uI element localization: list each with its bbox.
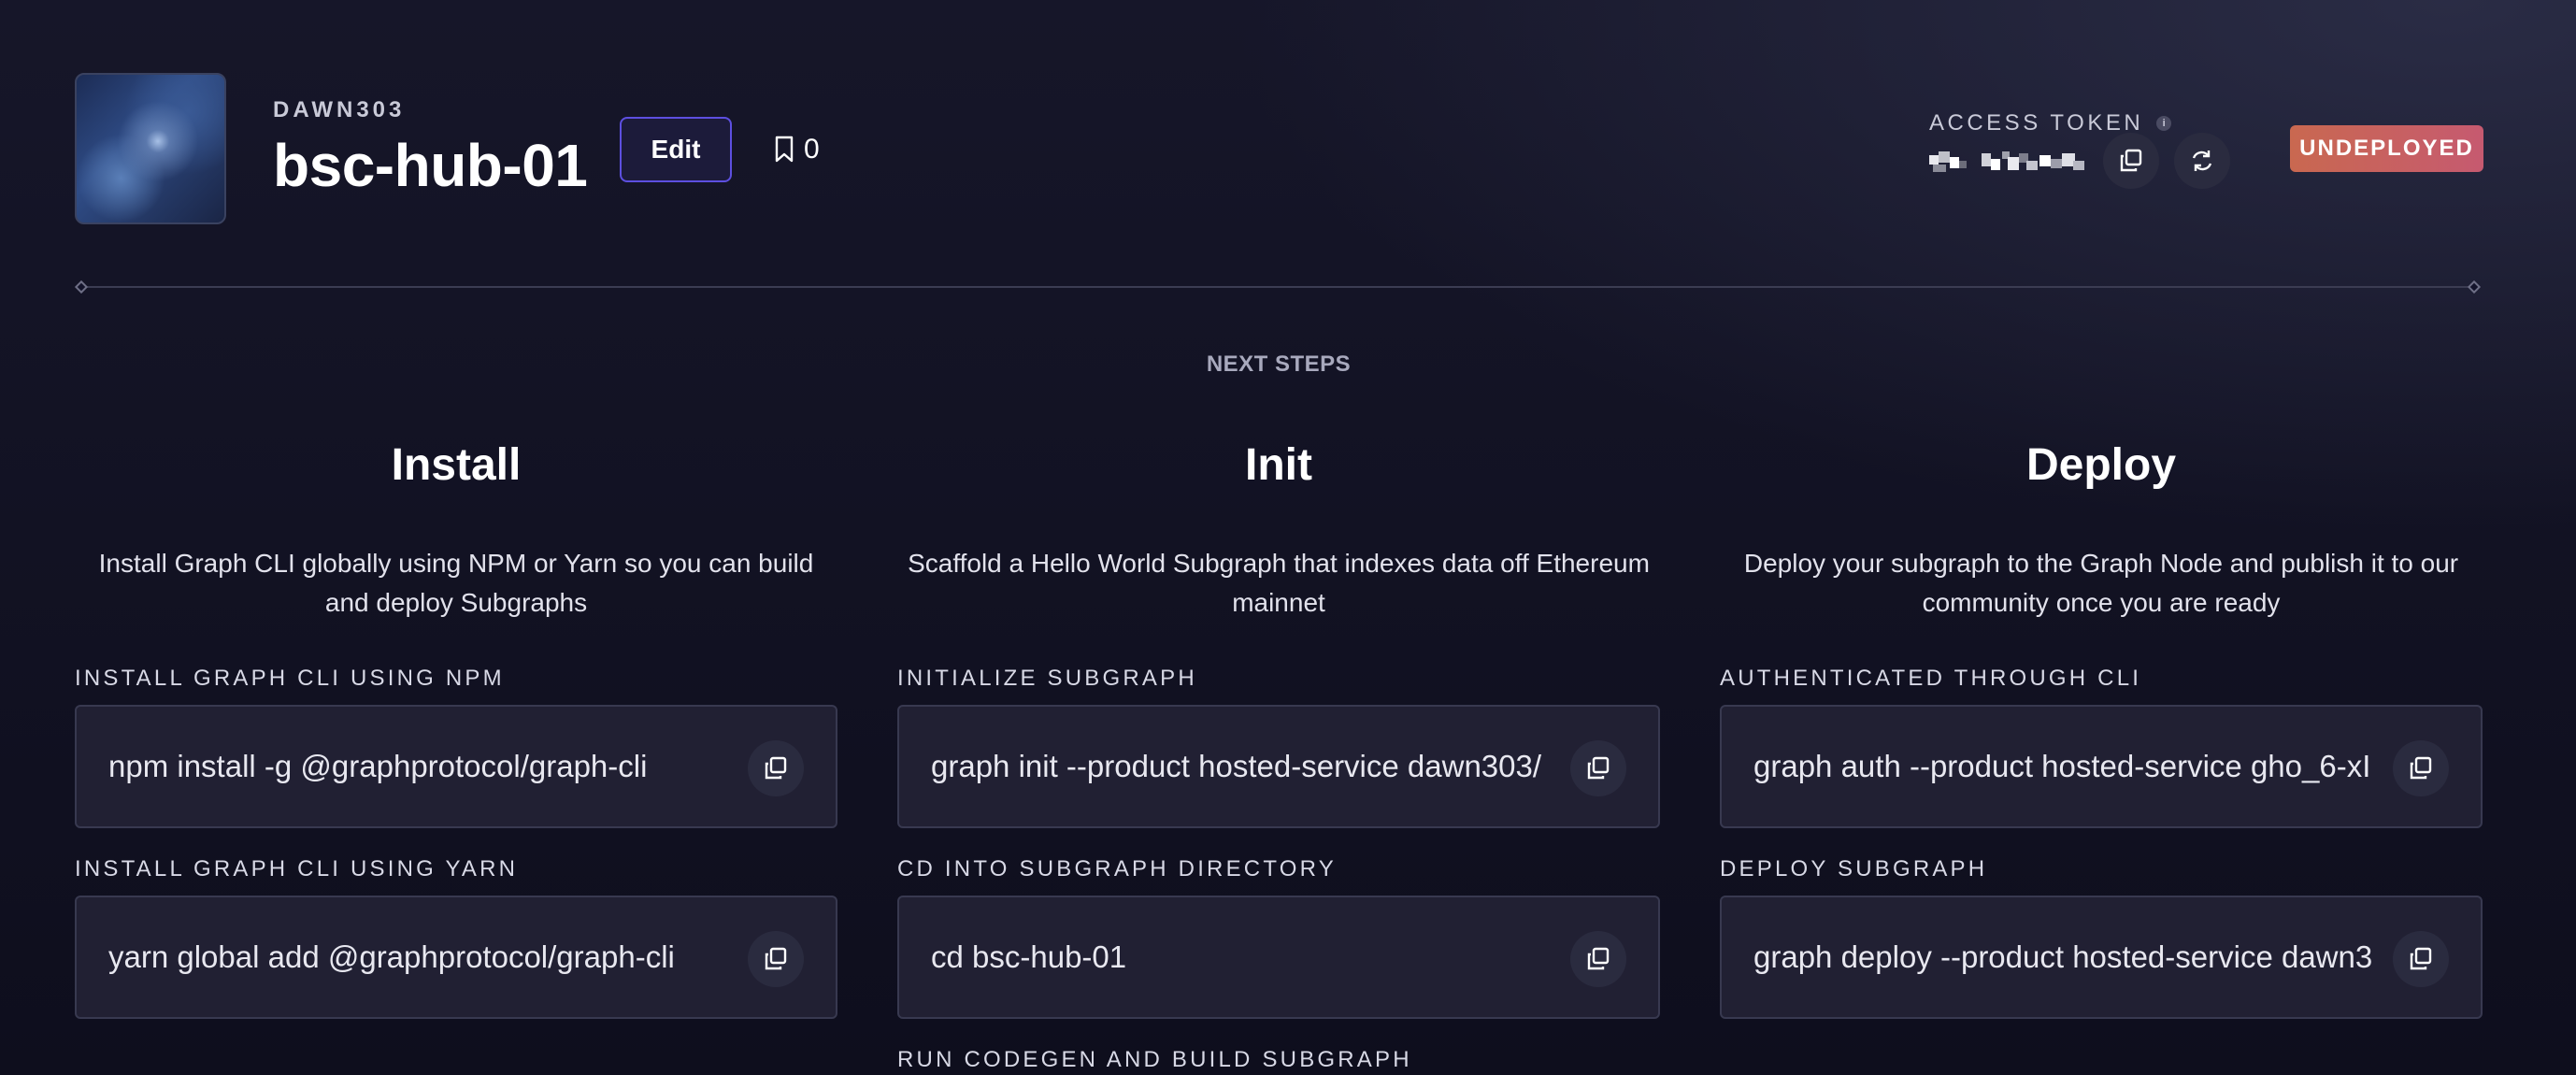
copy-cd-button[interactable] (1570, 931, 1626, 987)
copy-icon (2410, 947, 2432, 970)
auth-label: AUTHENTICATED THROUGH CLI (1720, 666, 2142, 691)
deploy-title: Deploy (2025, 440, 2177, 490)
deploy-label: DEPLOY SUBGRAPH (1720, 856, 1988, 882)
auth-command-box: graph auth --product hosted-service gho_… (1720, 705, 2483, 828)
copy-init-button[interactable] (1570, 740, 1626, 796)
bookmark-icon (775, 136, 794, 163)
cd-label: CD INTO SUBGRAPH DIRECTORY (897, 856, 1337, 882)
cd-command[interactable]: cd bsc-hub-01 (931, 939, 1559, 975)
copy-yarn-button[interactable] (748, 931, 804, 987)
copy-deploy-button[interactable] (2393, 931, 2449, 987)
copy-icon (765, 756, 787, 780)
init-command-box: graph init --product hosted-service dawn… (897, 705, 1660, 828)
subgraph-avatar (75, 73, 226, 224)
edit-button[interactable]: Edit (620, 117, 732, 182)
divider-end-right (2467, 280, 2482, 294)
bookmark-button[interactable]: 0 (774, 131, 820, 168)
auth-command[interactable]: graph auth --product hosted-service gho_… (1753, 749, 2382, 784)
copy-icon (1587, 756, 1610, 780)
status-badge: UNDEPLOYED (2290, 125, 2483, 172)
owner-name: DAWN303 (273, 97, 406, 122)
deploy-description: Deploy your subgraph to the Graph Node a… (1743, 549, 2459, 617)
init-command[interactable]: graph init --product hosted-service dawn… (931, 749, 1559, 784)
init-description: Scaffold a Hello World Subgraph that ind… (908, 549, 1650, 617)
init-title: Init (1245, 440, 1312, 490)
copy-auth-button[interactable] (2393, 740, 2449, 796)
npm-label: INSTALL GRAPH CLI USING NPM (75, 666, 505, 691)
yarn-command-box: yarn global add @graphprotocol/graph-cli (75, 896, 837, 1019)
copy-icon (765, 947, 787, 970)
yarn-label: INSTALL GRAPH CLI USING YARN (75, 856, 519, 882)
copy-icon (2120, 149, 2142, 172)
copy-icon (1587, 947, 1610, 970)
divider (82, 286, 2475, 288)
refresh-icon (2192, 150, 2212, 171)
next-steps-heading: NEXT STEPS (1206, 351, 1352, 377)
deploy-command-box: graph deploy --product hosted-service da… (1720, 896, 2483, 1019)
codegen-label: RUN CODEGEN AND BUILD SUBGRAPH (897, 1047, 1412, 1072)
bookmark-count: 0 (804, 134, 820, 165)
copy-npm-button[interactable] (748, 740, 804, 796)
npm-command[interactable]: npm install -g @graphprotocol/graph-cli (108, 749, 737, 784)
copy-icon (2410, 756, 2432, 780)
copy-token-button[interactable] (2103, 133, 2159, 189)
page-title: bsc-hub-01 (273, 132, 588, 199)
regenerate-token-button[interactable] (2174, 133, 2230, 189)
divider-end-left (74, 280, 89, 294)
access-token-label-text: ACCESS TOKEN (1929, 110, 2144, 136)
deploy-command[interactable]: graph deploy --product hosted-service da… (1753, 939, 2382, 975)
install-title: Install (391, 440, 522, 490)
npm-command-box: npm install -g @graphprotocol/graph-cli (75, 705, 837, 828)
yarn-command[interactable]: yarn global add @graphprotocol/graph-cli (108, 939, 737, 975)
access-token-value-masked (1929, 151, 2084, 172)
install-description: Install Graph CLI globally using NPM or … (98, 549, 814, 617)
cd-command-box: cd bsc-hub-01 (897, 896, 1660, 1019)
initialize-label: INITIALIZE SUBGRAPH (897, 666, 1197, 691)
info-icon[interactable]: i (2156, 116, 2172, 131)
